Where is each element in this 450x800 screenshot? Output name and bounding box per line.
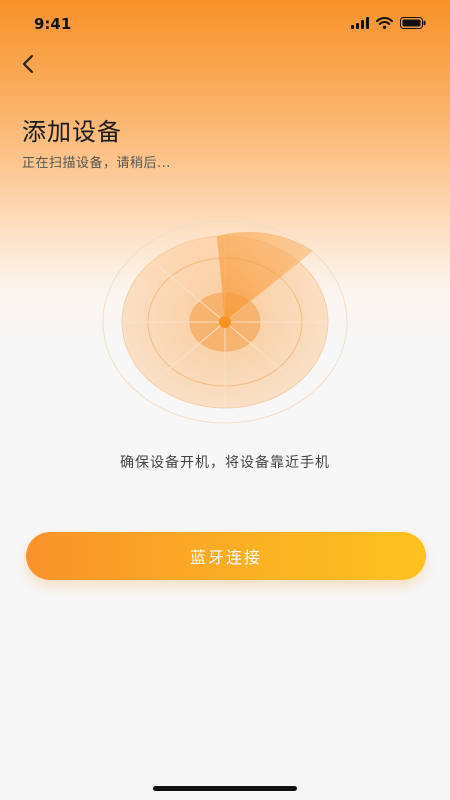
cellular-signal-icon — [351, 14, 369, 33]
bluetooth-connect-button[interactable]: 蓝牙连接 — [26, 532, 426, 580]
radar-scanner — [100, 218, 350, 426]
battery-icon — [400, 14, 426, 33]
wifi-icon — [376, 14, 393, 33]
instruction-hint: 确保设备开机，将设备靠近手机 — [120, 455, 330, 471]
status-bar: 9:41 — [0, 0, 450, 44]
page-subtitle: 正在扫描设备，请稍后... — [22, 156, 171, 171]
chevron-left-icon — [21, 54, 35, 78]
status-time: 9:41 — [34, 15, 72, 33]
page-title: 添加设备 — [22, 118, 122, 146]
home-indicator — [153, 786, 297, 791]
back-button[interactable] — [12, 50, 44, 82]
status-icons — [351, 14, 426, 33]
